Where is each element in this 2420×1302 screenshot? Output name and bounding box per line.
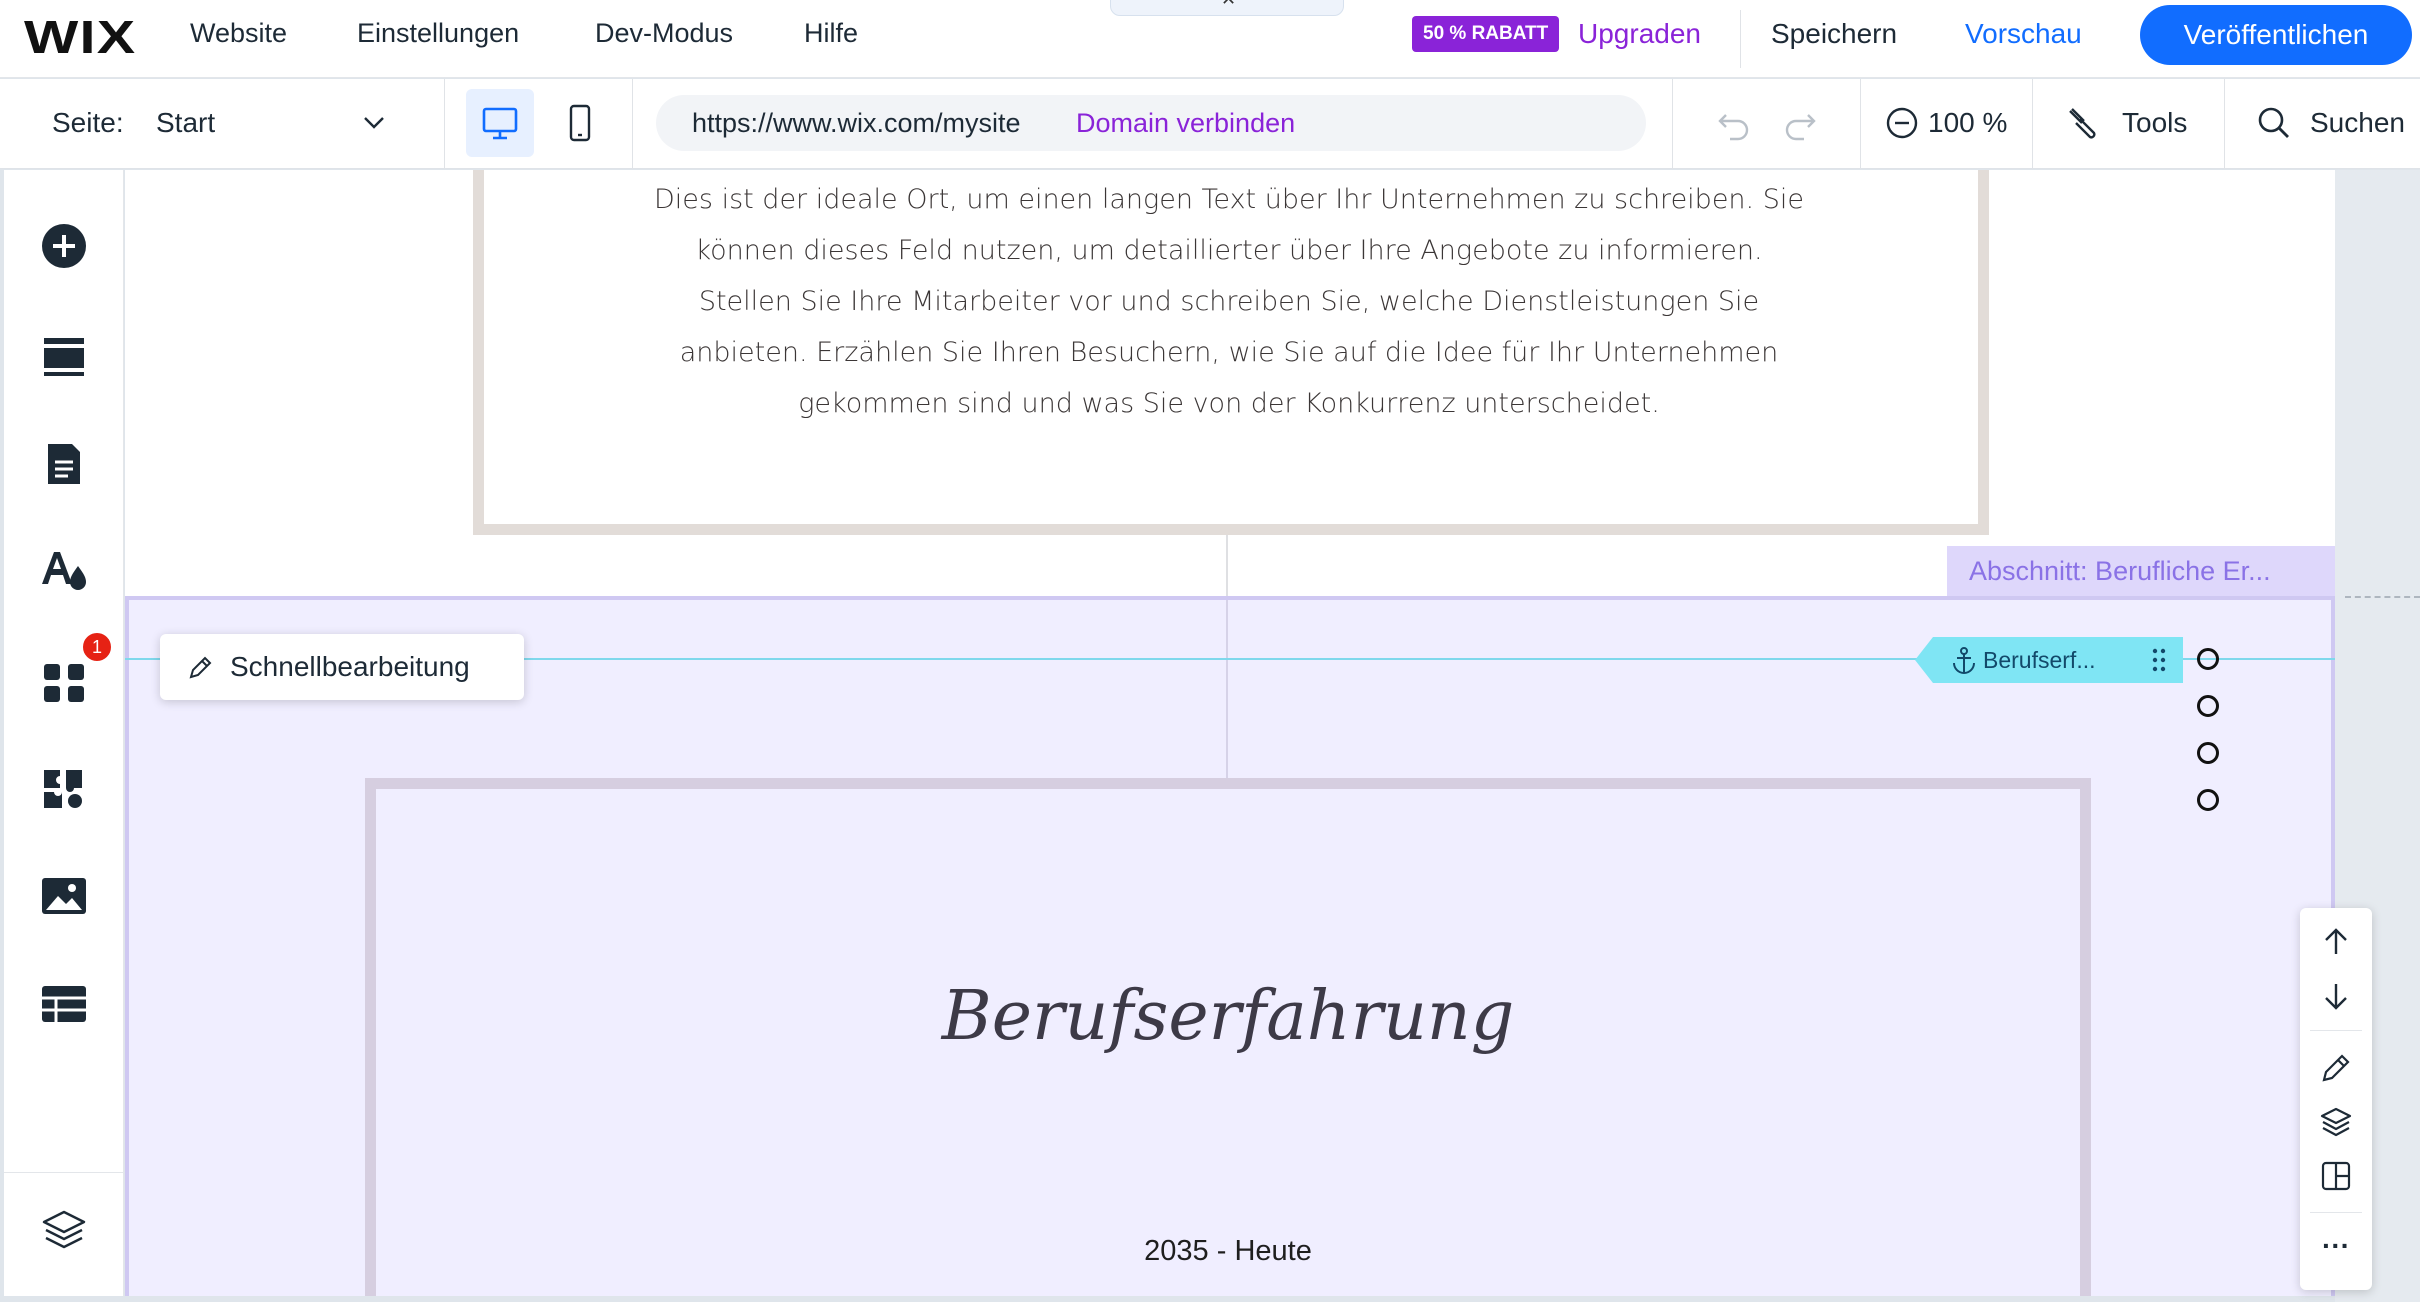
edit-icon[interactable] (2318, 1050, 2354, 1086)
add-elements-icon[interactable] (38, 220, 90, 272)
connect-domain-link[interactable]: Domain verbinden (1076, 108, 1295, 139)
divider (444, 79, 445, 169)
menu-dev-mode[interactable]: Dev-Modus (595, 18, 733, 49)
quick-edit-button[interactable]: Schnellbearbeitung (160, 634, 524, 700)
media-icon[interactable] (38, 870, 90, 922)
section-nav-dot[interactable] (2197, 695, 2219, 717)
site-url: https://www.wix.com/mysite (692, 108, 1021, 138)
more-options-icon[interactable]: ··· (2300, 1230, 2372, 1262)
search-button[interactable]: Suchen (2310, 107, 2405, 139)
apps-notification-badge: 1 (80, 630, 114, 664)
upgrade-link[interactable]: Upgraden (1578, 18, 1701, 50)
desktop-icon (482, 107, 518, 140)
business-apps-icon[interactable] (38, 762, 90, 814)
preview-button[interactable]: Vorschau (1965, 18, 2082, 50)
anchor-label: Berufserf... (1983, 647, 2096, 673)
section-nav-dot[interactable] (2197, 648, 2219, 670)
mobile-view-button[interactable] (546, 89, 614, 157)
about-text-box[interactable]: Dies ist der ideale Ort, um einen langen… (473, 170, 1989, 535)
page-label: Seite: (52, 107, 124, 138)
divider (1672, 79, 1673, 169)
collapse-tab[interactable]: ✕ (1110, 0, 1344, 16)
mobile-icon (569, 104, 591, 142)
tools-button[interactable]: Tools (2122, 107, 2187, 139)
experience-frame[interactable]: Berufserfahrung 2035 - Heute (365, 778, 2091, 1296)
quick-edit-label: Schnellbearbeitung (230, 651, 470, 682)
layout-icon[interactable] (2318, 1158, 2354, 1194)
divider (632, 79, 633, 169)
publish-button[interactable]: Veröffentlichen (2140, 5, 2412, 65)
divider (2032, 79, 2033, 169)
anchor-tag[interactable]: Berufserf... (1915, 637, 2183, 683)
move-down-icon[interactable] (2318, 978, 2354, 1014)
top-bar: WIX Website Einstellungen Dev-Modus Hilf… (0, 0, 2420, 78)
left-sidebar: 1 (4, 170, 124, 1296)
chevron-down-icon[interactable] (360, 109, 388, 137)
menu-website[interactable]: Website (190, 18, 287, 49)
toolbar-divider (2310, 1030, 2362, 1031)
pages-icon[interactable] (38, 438, 90, 490)
menu-help[interactable]: Hilfe (804, 18, 858, 49)
divider (2224, 79, 2225, 169)
collapse-icon: ✕ (1221, 0, 1236, 10)
wix-logo[interactable]: WIX (24, 10, 136, 64)
divider (1860, 79, 1861, 169)
pencil-icon (189, 656, 212, 679)
desktop-view-button[interactable] (466, 89, 534, 157)
cms-icon[interactable] (38, 978, 90, 1030)
zoom-level[interactable]: 100 % (1928, 107, 2007, 139)
search-icon[interactable] (2256, 105, 2292, 141)
about-paragraph[interactable]: Dies ist der ideale Ort, um einen langen… (654, 174, 1804, 429)
save-button[interactable]: Speichern (1771, 18, 1897, 50)
divider (1740, 10, 1741, 68)
section-nav-dot[interactable] (2197, 789, 2219, 811)
redo-icon[interactable] (1782, 107, 1818, 143)
layers-icon[interactable] (38, 1204, 90, 1256)
section-nav-dot[interactable] (2197, 742, 2219, 764)
section-label[interactable]: Abschnitt: Berufliche Er... (1947, 546, 2335, 596)
undo-icon[interactable] (1716, 107, 1752, 143)
menu-settings[interactable]: Einstellungen (357, 18, 519, 49)
section-divider-dash (2345, 596, 2420, 598)
drag-handle-icon[interactable] (2151, 647, 2167, 673)
zoom-out-icon[interactable] (1884, 105, 1920, 141)
move-up-icon[interactable] (2318, 924, 2354, 960)
editor-canvas[interactable]: Dies ist der ideale Ort, um einen langen… (125, 170, 2335, 1296)
apps-icon[interactable] (38, 656, 90, 708)
site-design-icon[interactable] (38, 544, 90, 596)
sections-icon[interactable] (38, 330, 90, 382)
section-actions-toolbar: ··· (2300, 908, 2372, 1290)
anchor-icon (1953, 647, 1975, 674)
experience-period[interactable]: 2035 - Heute (376, 1235, 2080, 1268)
page-selector[interactable]: Start (156, 107, 215, 139)
sidebar-divider (4, 1172, 124, 1173)
editor-toolbar: Seite: Start https://www.wix.com/mysite … (0, 79, 2420, 169)
layers-icon[interactable] (2318, 1104, 2354, 1140)
site-url-field[interactable]: https://www.wix.com/mysite Domain verbin… (656, 95, 1646, 151)
tools-icon[interactable] (2064, 103, 2102, 141)
discount-badge[interactable]: 50 % RABATT (1412, 16, 1560, 52)
toolbar-divider (2310, 1212, 2362, 1213)
experience-heading[interactable]: Berufserfahrung (376, 977, 2080, 1056)
